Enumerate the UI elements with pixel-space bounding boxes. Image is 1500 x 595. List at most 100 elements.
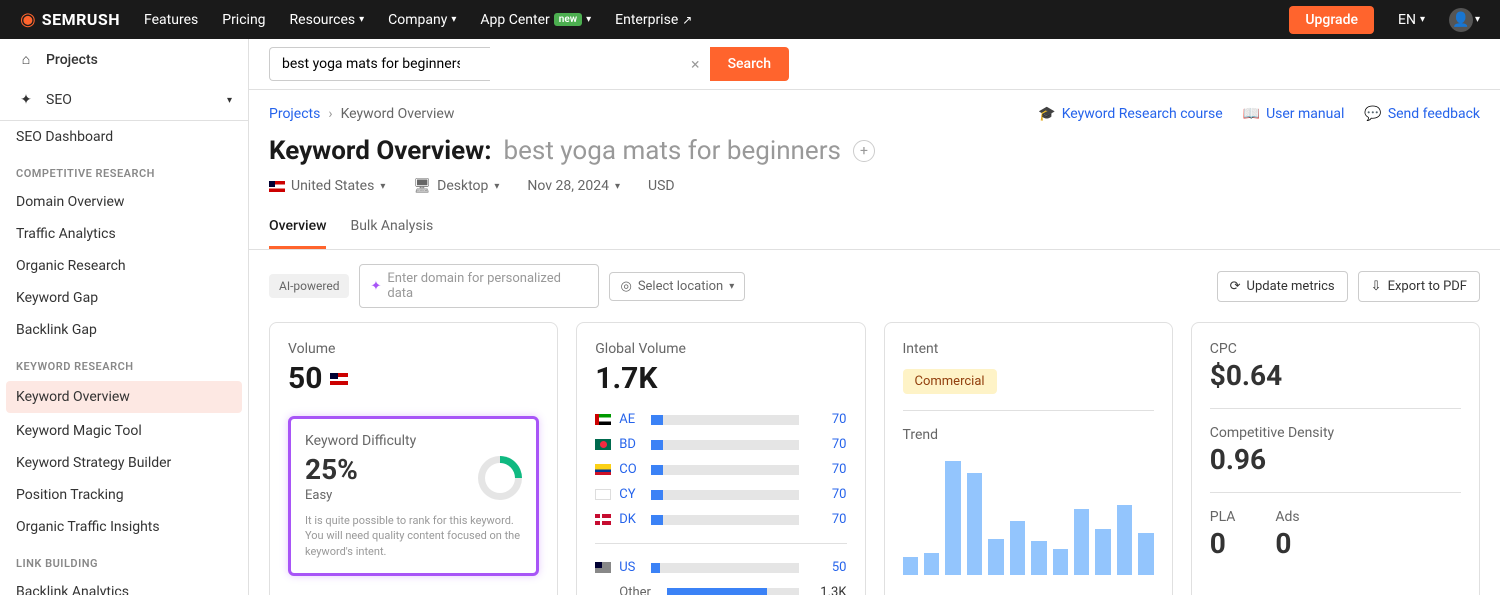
country-code[interactable]: DK bbox=[619, 512, 643, 527]
flag-us-icon bbox=[269, 181, 285, 192]
sidebar-item-organic-traffic[interactable]: Organic Traffic Insights bbox=[0, 511, 248, 543]
country-code[interactable]: BD bbox=[619, 437, 643, 452]
location-select[interactable]: ◎Select location▾ bbox=[609, 272, 745, 301]
nav-features[interactable]: Features bbox=[144, 12, 198, 28]
sidebar-item-keyword-overview[interactable]: Keyword Overview bbox=[6, 381, 242, 413]
nav-pricing[interactable]: Pricing bbox=[222, 12, 265, 28]
sidebar-item-keyword-gap[interactable]: Keyword Gap bbox=[0, 282, 248, 314]
domain-input[interactable]: ✦Enter domain for personalized data bbox=[359, 264, 599, 308]
new-badge: new bbox=[554, 13, 582, 26]
gv-row: AE 70 bbox=[595, 412, 846, 427]
flag-icon bbox=[595, 464, 611, 475]
nav-app-center[interactable]: App Centernew▾ bbox=[480, 12, 591, 28]
refresh-icon: ⟳ bbox=[1230, 279, 1241, 294]
update-metrics-button[interactable]: ⟳Update metrics bbox=[1217, 271, 1348, 302]
sidebar-item-projects[interactable]: ⌂ Projects bbox=[0, 39, 248, 80]
flag-icon bbox=[595, 414, 611, 425]
volume-bar bbox=[651, 440, 798, 450]
volume-value[interactable]: 70 bbox=[807, 437, 847, 452]
sidebar-label: SEO bbox=[46, 92, 72, 108]
other-label: Other bbox=[619, 585, 659, 595]
kd-description: It is quite possible to rank for this ke… bbox=[305, 513, 522, 559]
filter-country[interactable]: United States▾ bbox=[269, 178, 385, 194]
filter-device[interactable]: 🖥Desktop▾ bbox=[413, 178, 499, 194]
chevron-down-icon: ▾ bbox=[729, 281, 734, 292]
sidebar-item-seo-dashboard[interactable]: SEO Dashboard bbox=[0, 121, 248, 153]
sidebar-category: COMPETITIVE RESEARCH bbox=[0, 153, 248, 186]
add-keyword-button[interactable]: + bbox=[853, 140, 875, 162]
country-code[interactable]: US bbox=[619, 560, 643, 575]
sidebar-item-organic-research[interactable]: Organic Research bbox=[0, 250, 248, 282]
nav-company[interactable]: Company▾ bbox=[388, 12, 456, 28]
metric-value: 0 bbox=[1210, 527, 1236, 560]
flag-icon bbox=[595, 489, 611, 500]
sidebar-item-keyword-magic[interactable]: Keyword Magic Tool bbox=[0, 415, 248, 447]
flag-us-icon bbox=[330, 373, 348, 385]
trend-bar bbox=[1074, 509, 1089, 575]
metric-value: 0 bbox=[1275, 527, 1299, 560]
country-code[interactable]: CY bbox=[619, 487, 643, 502]
filter-currency[interactable]: USD bbox=[648, 178, 675, 194]
search-button[interactable]: Search bbox=[710, 47, 789, 81]
breadcrumb-projects[interactable]: Projects bbox=[269, 106, 320, 122]
language-selector[interactable]: EN▾ bbox=[1398, 12, 1425, 28]
tab-bulk[interactable]: Bulk Analysis bbox=[350, 206, 433, 249]
sidebar-item-backlink-gap[interactable]: Backlink Gap bbox=[0, 314, 248, 346]
sidebar-item-position-tracking[interactable]: Position Tracking bbox=[0, 479, 248, 511]
logo[interactable]: ◉ SEMRUSH bbox=[20, 9, 120, 30]
sidebar-category: LINK BUILDING bbox=[0, 543, 248, 576]
chevron-right-icon: › bbox=[328, 106, 332, 122]
link-course[interactable]: 🎓Keyword Research course bbox=[1038, 106, 1222, 122]
trend-bar bbox=[945, 461, 960, 575]
flag-us-icon bbox=[595, 562, 611, 573]
metric-label: Keyword Difficulty bbox=[305, 433, 522, 449]
clear-icon[interactable]: × bbox=[691, 55, 700, 74]
breadcrumb: Projects › Keyword Overview bbox=[269, 106, 454, 122]
sidebar-label: Projects bbox=[46, 52, 98, 68]
filter-date[interactable]: Nov 28, 2024▾ bbox=[527, 178, 620, 194]
export-pdf-button[interactable]: ⇩Export to PDF bbox=[1358, 271, 1480, 302]
sidebar-item-domain-overview[interactable]: Domain Overview bbox=[0, 186, 248, 218]
volume-value[interactable]: 70 bbox=[807, 512, 847, 527]
country-code[interactable]: CO bbox=[619, 462, 643, 477]
country-code[interactable]: AE bbox=[619, 412, 643, 427]
nav-enterprise[interactable]: Enterprise↗ bbox=[615, 12, 692, 28]
chevron-down-icon: ▾ bbox=[380, 181, 385, 192]
sidebar-item-traffic-analytics[interactable]: Traffic Analytics bbox=[0, 218, 248, 250]
chevron-down-icon: ▾ bbox=[494, 181, 499, 192]
chat-icon: 💬 bbox=[1364, 106, 1381, 122]
download-icon: ⇩ bbox=[1371, 279, 1382, 294]
volume-value[interactable]: 70 bbox=[807, 462, 847, 477]
sidebar-item-keyword-strategy[interactable]: Keyword Strategy Builder bbox=[0, 447, 248, 479]
home-icon: ⌂ bbox=[16, 51, 36, 68]
trend-bar bbox=[1117, 505, 1132, 575]
chevron-down-icon: ▾ bbox=[1420, 14, 1425, 25]
trend-bar bbox=[903, 557, 918, 575]
chevron-down-icon: ▾ bbox=[227, 95, 232, 106]
link-feedback[interactable]: 💬Send feedback bbox=[1364, 106, 1480, 122]
link-manual[interactable]: 📖User manual bbox=[1243, 106, 1345, 122]
kd-value: 25% bbox=[305, 453, 358, 486]
nav-resources[interactable]: Resources▾ bbox=[290, 12, 365, 28]
volume-bar bbox=[667, 588, 798, 595]
gv-row: DK 70 bbox=[595, 512, 846, 527]
sidebar-item-seo[interactable]: ✦ SEO ▾ bbox=[0, 80, 248, 121]
gv-row: Other1.3K bbox=[595, 585, 846, 595]
user-menu[interactable]: 👤 ▾ bbox=[1449, 8, 1480, 32]
volume-value[interactable]: 70 bbox=[807, 487, 847, 502]
sidebar-item-backlink-analytics[interactable]: Backlink Analytics bbox=[0, 576, 248, 595]
gv-row: US 50 bbox=[595, 560, 846, 575]
volume-value[interactable]: 70 bbox=[807, 412, 847, 427]
metric-label: Trend bbox=[903, 427, 1154, 443]
metric-label: Global Volume bbox=[595, 341, 846, 357]
chevron-down-icon: ▾ bbox=[615, 181, 620, 192]
tab-overview[interactable]: Overview bbox=[269, 206, 326, 249]
kd-ring-chart bbox=[478, 456, 522, 500]
keyword-search-input[interactable] bbox=[269, 47, 490, 81]
volume-value[interactable]: 50 bbox=[807, 560, 847, 575]
upgrade-button[interactable]: Upgrade bbox=[1289, 6, 1374, 34]
book-icon: 📖 bbox=[1243, 106, 1260, 122]
page-title: Keyword Overview: bbox=[269, 136, 492, 166]
chevron-down-icon: ▾ bbox=[1475, 14, 1480, 25]
desktop-icon: 🖥 bbox=[413, 178, 431, 194]
